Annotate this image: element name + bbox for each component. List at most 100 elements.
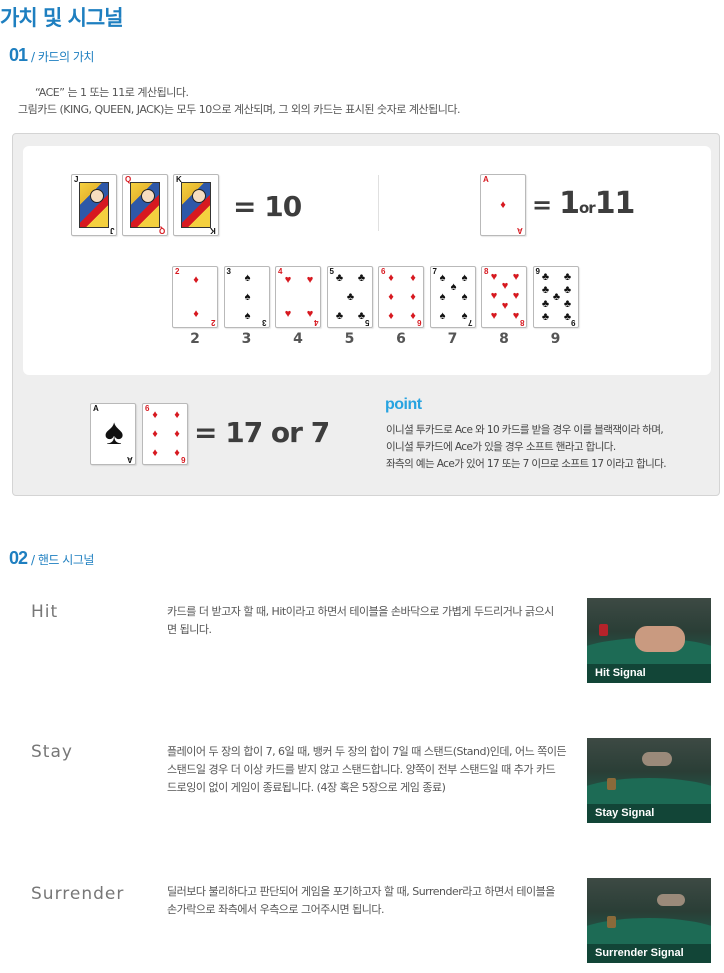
signal-desc-hit: 카드를 더 받고자 할 때, Hit이라고 하면서 테이블을 손바닥으로 가볍게… [167, 605, 554, 636]
card-rank: 2 [175, 267, 180, 276]
card-rank: A [93, 404, 99, 413]
number-card-6: 6 ♦ ♦ ♦ ♦ ♦ ♦ 6 [378, 266, 424, 328]
photo-caption: Surrender Signal [587, 944, 711, 963]
number-card-4: 4 ♥ ♥ ♥ ♥ 4 [275, 266, 321, 328]
spade-icon: ♠ [104, 411, 124, 452]
hand-icon [635, 626, 685, 652]
section-number: 01 [9, 45, 28, 65]
suit-pip-icon: ♠ [461, 272, 468, 284]
intro-line-ace: “ACE” 는 1 또는 11로 계산됩니다. [35, 86, 189, 99]
suit-pip-icon: ♦ [410, 272, 416, 284]
suit-pip-icon: ♦ [388, 310, 394, 322]
card-value-label: 6 [396, 331, 406, 347]
point-title: point [385, 396, 422, 413]
photo-caption: Hit Signal [587, 664, 711, 683]
six-diamond-card: 6 ♦ ♦ ♦ ♦ ♦ ♦ 6 [142, 403, 188, 465]
diamond-icon: ♦ [174, 428, 180, 440]
soft-hand-value-text: = 17 or 7 [194, 416, 330, 449]
card-rank: A [483, 175, 489, 184]
ace-value-text: = 1or11 [532, 186, 635, 221]
card-value-label: 9 [550, 331, 561, 347]
card-rank-bottom: K [210, 226, 216, 235]
suit-pip-icon: ♥ [490, 310, 498, 322]
suit-pip-icon: ♣ [563, 284, 572, 296]
jack-card: J J [71, 174, 117, 236]
signal-name-stay: Stay [31, 742, 73, 762]
ace-value-or: or [578, 199, 596, 217]
card-rank: J [74, 175, 79, 184]
ace-value-one: 1 [559, 186, 580, 221]
signal-name-hit: Hit [31, 602, 59, 622]
suit-pip-icon: ♦ [388, 291, 394, 303]
card-rank-bottom: 5 [365, 318, 370, 327]
suit-pip-icon: ♣ [563, 271, 572, 283]
divider [378, 175, 379, 231]
section-header-card-values: 01 / 카드의 가치 [9, 45, 94, 66]
section-header-hand-signals: 02 / 핸드 시그널 [9, 548, 94, 569]
intro-text: “ACE” 는 1 또는 11로 계산됩니다. 그림카드 (KING, QUEE… [18, 84, 460, 118]
suit-pip-icon: ♥ [306, 274, 314, 286]
suit-pip-icon: ♥ [284, 308, 292, 320]
section-number: 02 [9, 548, 28, 568]
queen-face-icon [130, 182, 160, 228]
section-subtitle: / 카드의 가치 [31, 50, 94, 64]
face-value-text: = 10 [233, 190, 302, 223]
photo-caption: Stay Signal [587, 804, 711, 823]
suit-pip-icon: ♣ [335, 310, 344, 322]
diamond-icon: ♦ [152, 409, 158, 421]
card-rank-bottom: 8 [519, 318, 524, 327]
card-rank-bottom: 6 [416, 318, 421, 327]
signal-name-surrender: Surrender [31, 884, 125, 904]
suit-pip-icon: ♠ [244, 291, 251, 303]
point-line: 이니셜 투카드로 Ace 와 10 카드를 받을 경우 이를 블랙잭이라 하며, [386, 424, 664, 436]
king-card: K K [173, 174, 219, 236]
card-rank-bottom: A [127, 455, 133, 464]
suit-pip-icon: ♥ [512, 271, 520, 283]
suit-pip-icon: ♣ [335, 272, 344, 284]
point-line: 이니셜 투카드에 Ace가 있을 경우 소프트 핸라고 합니다. [386, 441, 616, 453]
point-line: 좌측의 예는 Ace가 있어 17 또는 7 이므로 소프트 17 이라고 합니… [386, 458, 667, 470]
page-title: 가치 및 시그널 [0, 6, 124, 30]
card-rank-bottom: 9 [571, 318, 576, 327]
suit-pip-icon: ♠ [439, 291, 446, 303]
suit-pip-icon: ♠ [439, 310, 446, 322]
jack-face-icon [79, 182, 109, 228]
card-rank-bottom: 4 [313, 318, 318, 327]
hand-icon [657, 894, 685, 906]
diamond-icon: ♦ [500, 199, 506, 211]
card-rank-bottom: Q [158, 226, 165, 235]
card-value-label: 5 [344, 331, 355, 347]
chip-icon [607, 778, 616, 790]
chip-icon [599, 624, 608, 636]
card-rank-bottom: A [517, 226, 523, 235]
suit-pip-icon: ♣ [563, 298, 572, 310]
ace-spade-card: A ♠ A [90, 403, 136, 465]
diamond-icon: ♦ [152, 447, 158, 459]
number-card-5: 5 ♣ ♣ ♣ ♣ ♣ 5 [326, 266, 373, 328]
hit-signal-photo: Hit Signal [587, 598, 711, 683]
card-value-label: 7 [447, 331, 458, 347]
surrender-signal-photo: Surrender Signal [587, 878, 711, 963]
suit-pip-icon: ♥ [284, 274, 292, 286]
number-card-8: 8 ♥ ♥ ♥ ♥ ♥ ♥ ♥ ♥ 8 [481, 266, 527, 328]
suit-pip-icon: ♣ [541, 271, 550, 283]
suit-pip-icon: ♦ [388, 272, 394, 284]
diamond-icon: ♦ [152, 428, 158, 440]
card-value-label: 8 [499, 331, 509, 347]
card-value-label: 3 [241, 331, 252, 347]
card-rank: 3 [226, 267, 231, 276]
card-rank-bottom: 3 [262, 318, 267, 327]
number-card-3: 3 ♠ ♠ ♠ 3 [223, 266, 270, 328]
ace-equals: = [532, 191, 552, 219]
card-rank-bottom: 6 [180, 455, 185, 464]
card-value-label: 2 [190, 331, 200, 347]
ace-diamond-card: A ♦ A [480, 174, 526, 236]
intro-line-face-cards: 그림카드 (KING, QUEEN, JACK)는 모두 10으로 계산되며, … [18, 103, 460, 116]
card-value-label: 4 [293, 331, 303, 347]
number-card-2: 2 ♦ ♦ 2 [172, 266, 218, 328]
card-rank-bottom: 7 [468, 318, 473, 327]
diamond-icon: ♦ [174, 409, 180, 421]
signal-desc-stay: 플레이어 두 장의 합이 7, 6일 때, 뱅커 두 장의 합이 7일 때 스탠… [167, 745, 567, 794]
suit-pip-icon: ♣ [357, 272, 366, 284]
suit-pip-icon: ♣ [346, 291, 355, 303]
